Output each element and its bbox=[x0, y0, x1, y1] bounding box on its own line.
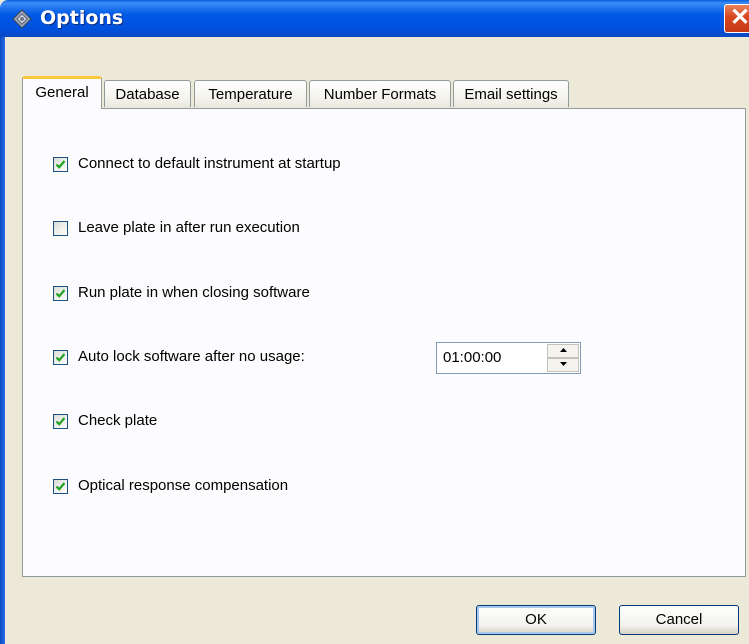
arrow-up-icon bbox=[560, 348, 567, 352]
checkmark-icon bbox=[55, 417, 66, 426]
auto-lock-time-value[interactable]: 01:00:00 bbox=[443, 349, 501, 366]
checkmark-icon bbox=[55, 482, 66, 491]
tab-temperature[interactable]: Temperature bbox=[194, 80, 307, 107]
cancel-button[interactable]: Cancel bbox=[619, 605, 739, 635]
auto-lock-time-spinner[interactable]: 01:00:00 bbox=[436, 342, 581, 374]
option-label: Optical response compensation bbox=[78, 477, 289, 494]
window-frame bbox=[0, 37, 5, 644]
option-label: Check plate bbox=[78, 412, 158, 429]
close-icon: ✕ bbox=[730, 4, 749, 31]
checkmark-icon bbox=[55, 353, 66, 362]
tab-general[interactable]: General bbox=[22, 76, 102, 109]
tab-number-formats[interactable]: Number Formats bbox=[309, 80, 451, 107]
option-label: Run plate in when closing software bbox=[78, 284, 310, 301]
options-dialog: Options ✕ General Database Temperature N… bbox=[0, 0, 749, 644]
checkmark-icon bbox=[55, 160, 66, 169]
arrow-down-icon bbox=[560, 362, 567, 366]
tab-email-settings[interactable]: Email settings bbox=[453, 80, 569, 107]
options-gear-icon bbox=[12, 9, 32, 29]
tab-database[interactable]: Database bbox=[104, 80, 191, 107]
checkbox[interactable] bbox=[53, 350, 68, 365]
option-label: Auto lock software after no usage: bbox=[78, 348, 305, 365]
window-title: Options bbox=[40, 7, 124, 29]
general-tab-panel: Connect to default instrument at startup… bbox=[22, 108, 746, 577]
title-bar[interactable]: Options ✕ bbox=[0, 0, 749, 37]
checkbox[interactable] bbox=[53, 157, 68, 172]
option-label: Connect to default instrument at startup bbox=[78, 155, 341, 172]
checkmark-icon bbox=[55, 289, 66, 298]
spin-up-button[interactable] bbox=[547, 344, 579, 358]
spin-down-button[interactable] bbox=[547, 358, 579, 372]
checkbox[interactable] bbox=[53, 221, 68, 236]
checkbox[interactable] bbox=[53, 286, 68, 301]
checkbox[interactable] bbox=[53, 479, 68, 494]
close-button[interactable]: ✕ bbox=[724, 4, 749, 33]
checkbox[interactable] bbox=[53, 414, 68, 429]
option-label: Leave plate in after run execution bbox=[78, 219, 300, 236]
ok-button[interactable]: OK bbox=[476, 605, 596, 635]
